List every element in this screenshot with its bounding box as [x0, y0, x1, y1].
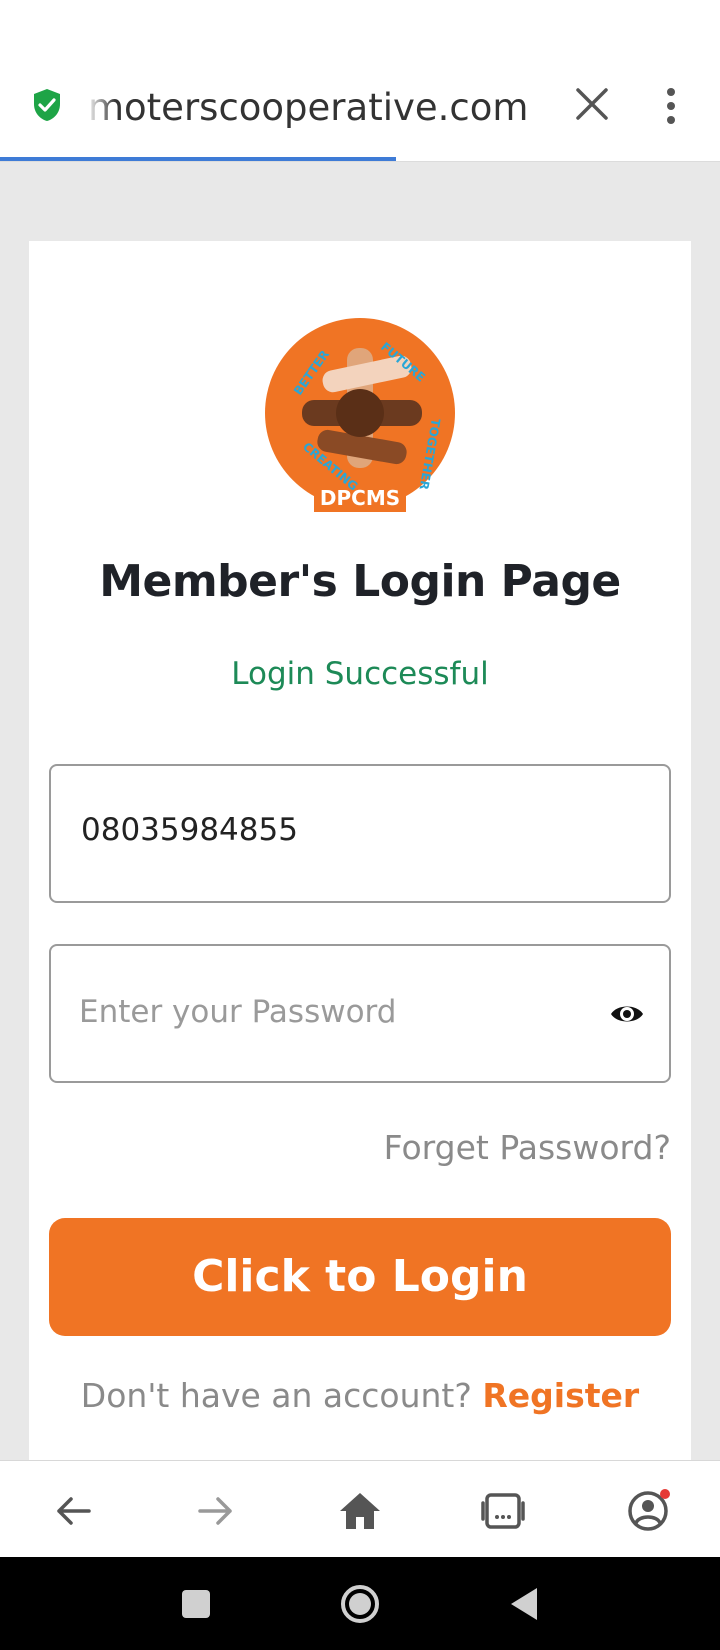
recents-icon[interactable] [175, 1583, 217, 1625]
page-load-progress [0, 157, 396, 161]
account-icon[interactable] [626, 1489, 670, 1533]
tabs-icon[interactable] [481, 1489, 525, 1533]
register-prompt: Don't have an account? Register [29, 1376, 691, 1415]
password-input[interactable] [79, 980, 599, 1044]
url-fade [86, 80, 116, 136]
system-nav-bar [0, 1557, 720, 1650]
address-bar[interactable]: moterscooperative.com [88, 80, 550, 136]
back-triangle-icon[interactable] [503, 1583, 545, 1625]
more-options-icon[interactable] [655, 86, 687, 126]
phone-field[interactable]: 08035984855 [49, 764, 671, 903]
no-account-text: Don't have an account? [80, 1376, 472, 1415]
phone-value[interactable]: 08035984855 [81, 812, 298, 848]
password-field[interactable] [49, 944, 671, 1083]
forgot-password-link[interactable]: Forget Password? [384, 1128, 671, 1167]
register-link[interactable]: Register [482, 1376, 639, 1415]
forward-icon[interactable] [194, 1489, 238, 1533]
logo-brand-text: DPCMS [320, 486, 400, 510]
page-title: Member's Login Page [99, 556, 621, 607]
home-circle-icon[interactable] [339, 1583, 381, 1625]
secure-shield-icon [34, 89, 60, 121]
status-message: Login Successful [231, 656, 489, 692]
dpcms-logo: DPCMS BETTER FUTURE TOGETHER CREATING [265, 318, 455, 512]
login-button[interactable]: Click to Login [49, 1218, 671, 1336]
browser-bottom-nav [0, 1460, 720, 1557]
home-icon[interactable] [338, 1489, 382, 1533]
close-icon[interactable] [574, 86, 610, 122]
browser-toolbar: moterscooperative.com [0, 0, 720, 162]
show-password-icon[interactable] [609, 996, 645, 1032]
back-icon[interactable] [51, 1489, 95, 1533]
